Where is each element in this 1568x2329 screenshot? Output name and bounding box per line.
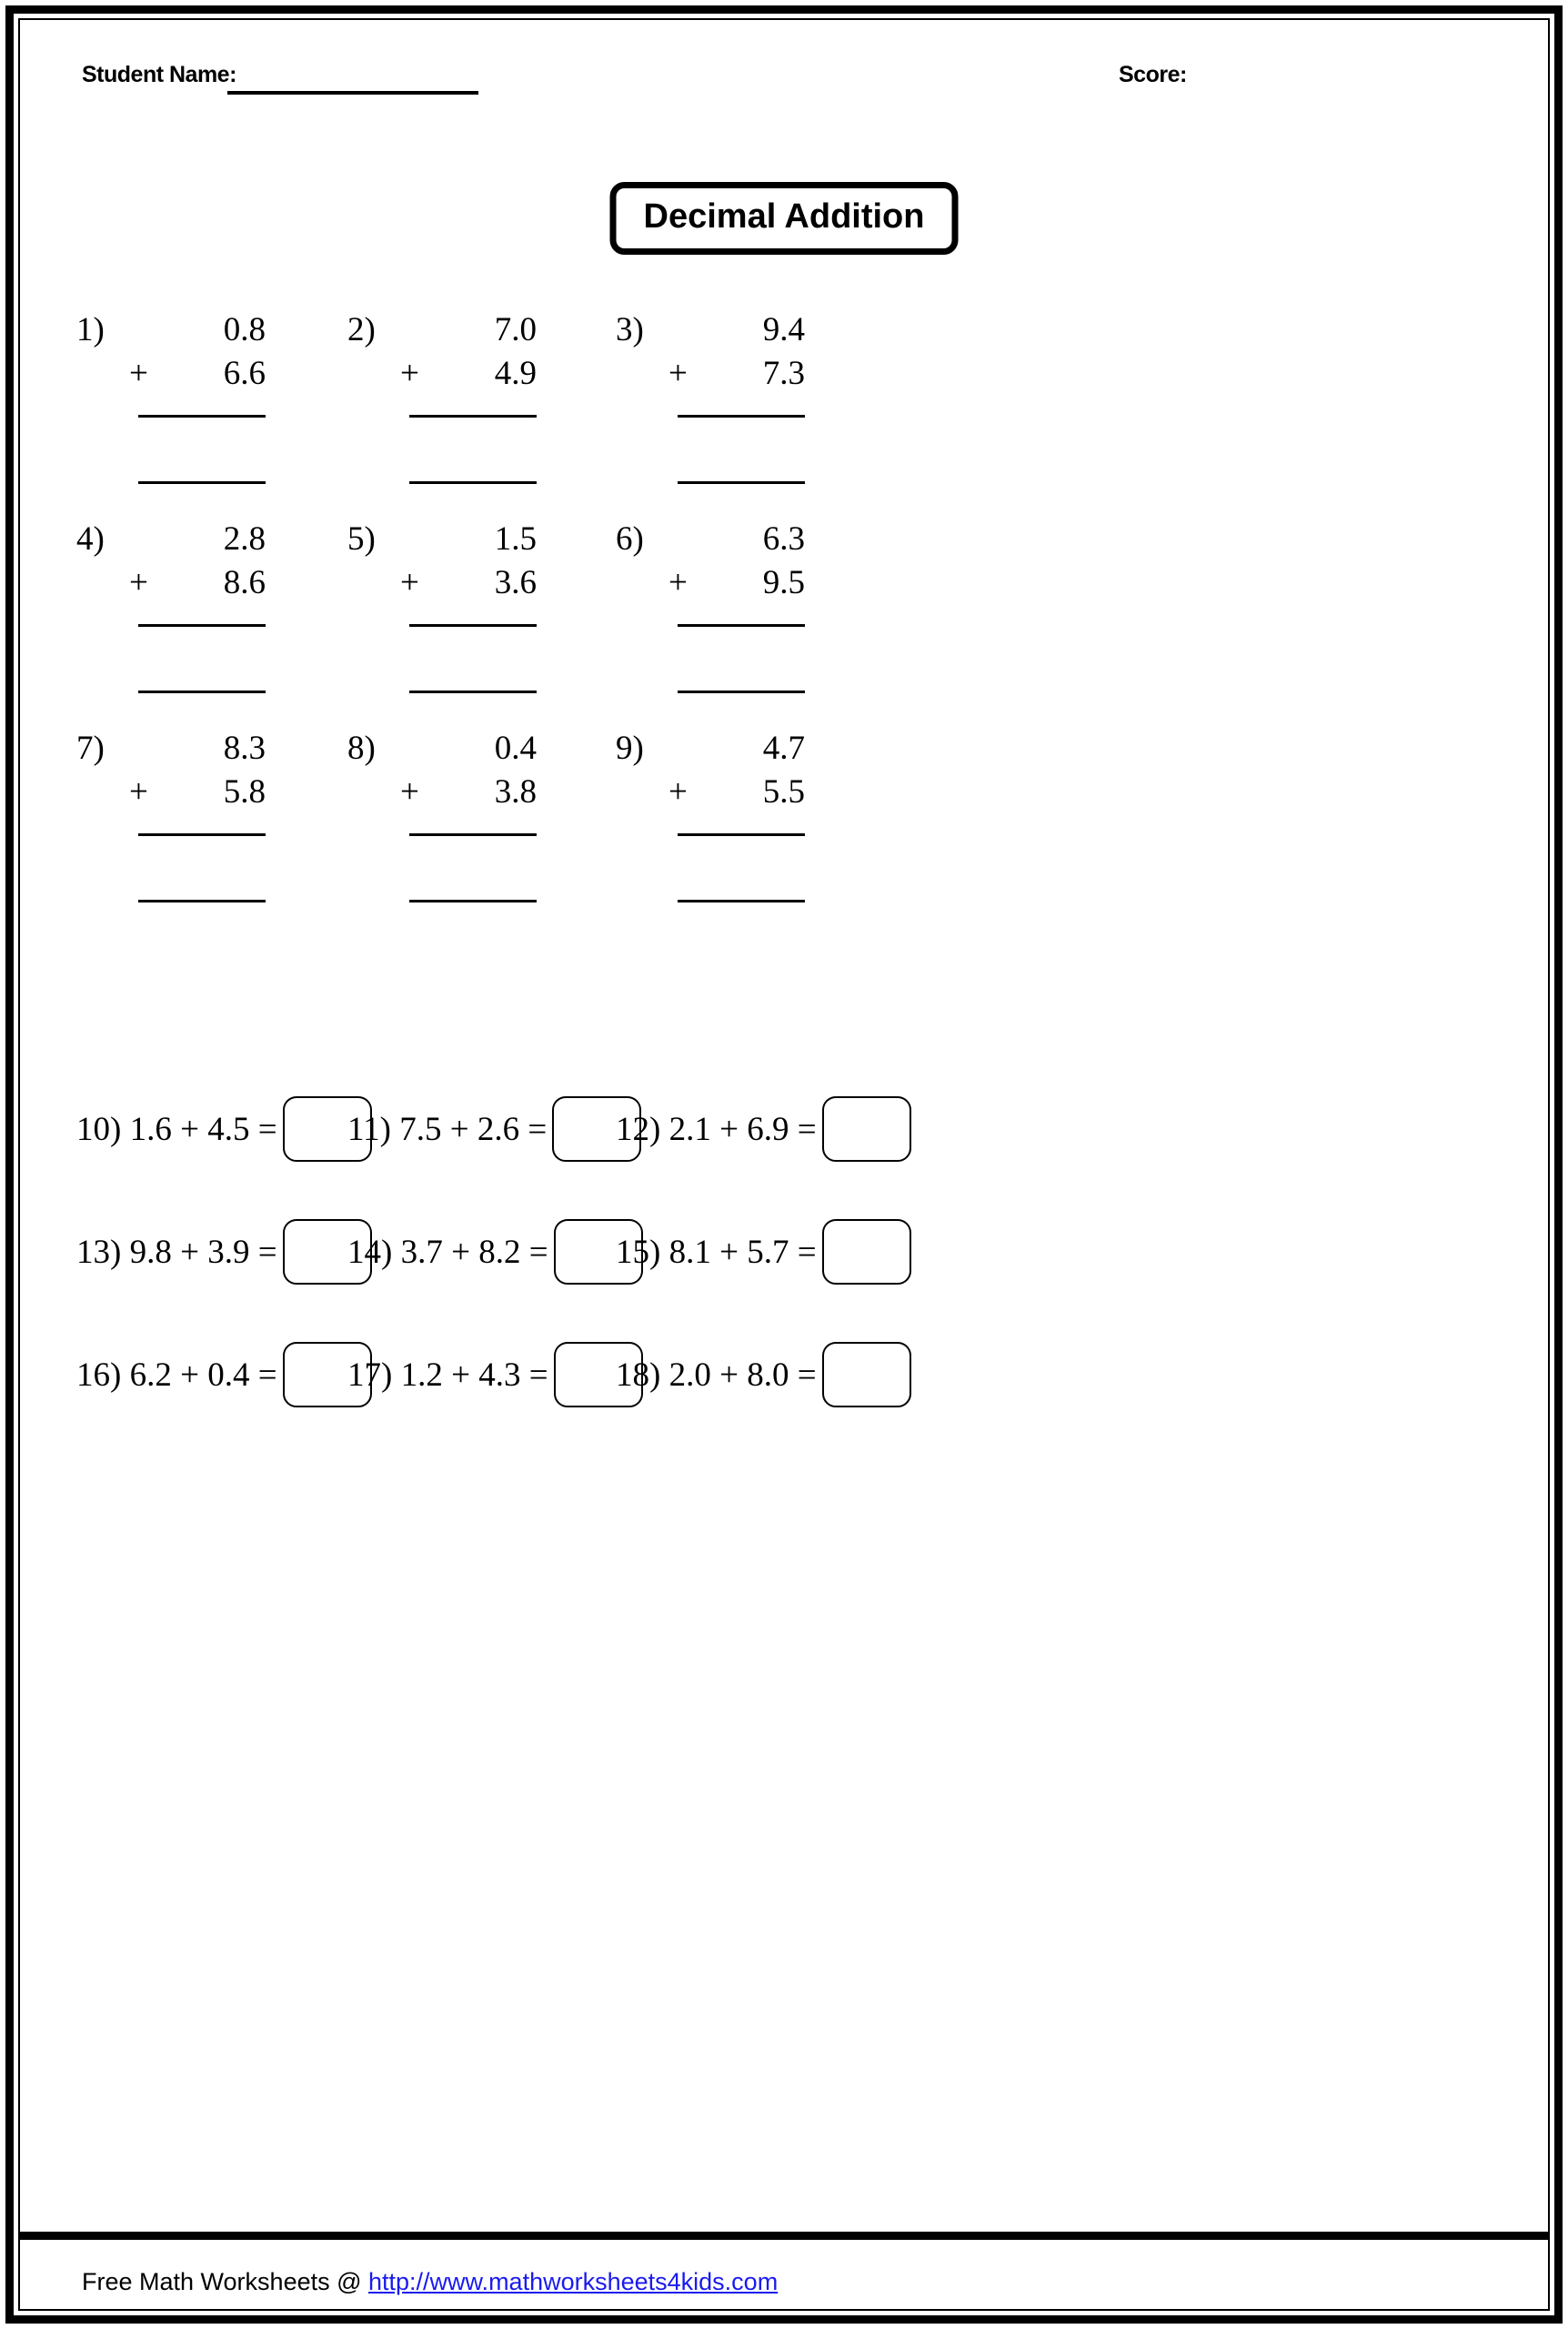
second-addend: 3.6 (494, 564, 537, 601)
horizontal-problem: 11) 7.5 + 2.6 = (347, 1083, 642, 1175)
horizontal-problem: 18) 2.0 + 8.0 = (616, 1328, 911, 1421)
horizontal-problem: 14) 3.7 + 8.2 = (347, 1205, 643, 1298)
problem-number: 5) (347, 520, 376, 558)
worksheet-header: Student Name: Score: (20, 62, 1548, 116)
worksheet-page: Student Name: Score: Decimal Addition 1)… (0, 0, 1568, 2329)
second-addend: 9.5 (762, 564, 805, 601)
vertical-problem: 8) 0.4 + 3.8 (347, 731, 620, 941)
sum-rule (678, 624, 805, 627)
first-addend: 0.8 (223, 311, 266, 348)
problem-number: 2) (347, 311, 376, 348)
footer-divider (20, 2232, 1548, 2240)
footer: Free Math Worksheets @ http://www.mathwo… (82, 2268, 778, 2296)
vertical-problem-row: 4) 2.8 + 8.6 5) 1.5 + 3.6 6) 6.3 + 9.5 (20, 522, 1548, 731)
horizontal-problem: 15) 8.1 + 5.7 = (616, 1205, 911, 1298)
first-addend: 4.7 (762, 730, 805, 767)
problem-number: 8) (347, 730, 376, 767)
sum-rule (409, 624, 537, 627)
answer-box[interactable] (821, 1342, 911, 1407)
horizontal-problem-row: 16) 6.2 + 0.4 = 17) 1.2 + 4.3 = 18) 2.0 … (20, 1328, 1548, 1451)
sum-rule (409, 833, 537, 836)
problem-expression: 14) 3.7 + 8.2 = (347, 1233, 548, 1271)
horizontal-problem-row: 13) 9.8 + 3.9 = 14) 3.7 + 8.2 = 15) 8.1 … (20, 1205, 1548, 1328)
sum-rule (678, 833, 805, 836)
vertical-problem: 9) 4.7 + 5.5 (616, 731, 889, 941)
second-addend: 5.8 (223, 773, 266, 811)
answer-rule[interactable] (409, 900, 537, 902)
problem-number: 7) (76, 730, 105, 767)
student-name-label: Student Name: (82, 62, 236, 87)
vertical-problem: 3) 9.4 + 7.3 (616, 313, 889, 522)
vertical-problem: 7) 8.3 + 5.8 (76, 731, 349, 941)
horizontal-problem-row: 10) 1.6 + 4.5 = 11) 7.5 + 2.6 = 12) 2.1 … (20, 1083, 1548, 1205)
answer-rule[interactable] (678, 691, 805, 693)
vertical-problem-row: 1) 0.8 + 6.6 2) 7.0 + 4.9 3) 9.4 + 7.3 (20, 313, 1548, 522)
problem-expression: 10) 1.6 + 4.5 = (76, 1110, 277, 1148)
first-addend: 6.3 (762, 520, 805, 558)
problem-expression: 15) 8.1 + 5.7 = (616, 1233, 817, 1271)
problem-number: 3) (616, 311, 644, 348)
answer-rule[interactable] (138, 900, 266, 902)
first-addend: 2.8 (223, 520, 266, 558)
second-addend: 5.5 (762, 773, 805, 811)
sum-rule (678, 415, 805, 418)
first-addend: 9.4 (762, 311, 805, 348)
answer-rule[interactable] (138, 481, 266, 484)
horizontal-problem: 17) 1.2 + 4.3 = (347, 1328, 643, 1421)
problem-expression: 11) 7.5 + 2.6 = (347, 1110, 548, 1148)
vertical-problem: 1) 0.8 + 6.6 (76, 313, 349, 522)
score-label: Score: (1119, 62, 1187, 87)
horizontal-problem: 12) 2.1 + 6.9 = (616, 1083, 911, 1175)
sum-rule (138, 833, 266, 836)
second-addend: 3.8 (494, 773, 537, 811)
vertical-problem: 4) 2.8 + 8.6 (76, 522, 349, 731)
first-addend: 7.0 (494, 311, 537, 348)
sum-rule (138, 415, 266, 418)
sum-rule (138, 624, 266, 627)
problem-expression: 12) 2.1 + 6.9 = (616, 1110, 817, 1148)
second-addend: 7.3 (762, 355, 805, 392)
vertical-problem: 5) 1.5 + 3.6 (347, 522, 620, 731)
answer-rule[interactable] (409, 691, 537, 693)
worksheet-content: Student Name: Score: Decimal Addition 1)… (20, 20, 1548, 2309)
answer-box[interactable] (821, 1096, 911, 1162)
problem-number: 4) (76, 520, 105, 558)
answer-rule[interactable] (678, 900, 805, 902)
problem-expression: 13) 9.8 + 3.9 = (76, 1233, 277, 1271)
problem-expression: 17) 1.2 + 4.3 = (347, 1356, 548, 1394)
second-addend: 8.6 (223, 564, 266, 601)
footer-text: Free Math Worksheets @ (82, 2268, 369, 2295)
student-name-input-rule[interactable] (227, 91, 478, 95)
second-addend: 4.9 (494, 355, 537, 392)
problem-expression: 18) 2.0 + 8.0 = (616, 1356, 817, 1394)
first-addend: 1.5 (494, 520, 537, 558)
horizontal-problem: 10) 1.6 + 4.5 = (76, 1083, 372, 1175)
problem-expression: 16) 6.2 + 0.4 = (76, 1356, 277, 1394)
sum-rule (409, 415, 537, 418)
answer-rule[interactable] (409, 481, 537, 484)
footer-link[interactable]: http://www.mathworksheets4kids.com (368, 2268, 778, 2295)
vertical-problem: 6) 6.3 + 9.5 (616, 522, 889, 731)
problem-number: 6) (616, 520, 644, 558)
horizontal-problem: 13) 9.8 + 3.9 = (76, 1205, 372, 1298)
second-addend: 6.6 (223, 355, 266, 392)
first-addend: 8.3 (223, 730, 266, 767)
problem-number: 9) (616, 730, 644, 767)
horizontal-problems-section: 10) 1.6 + 4.5 = 11) 7.5 + 2.6 = 12) 2.1 … (20, 1083, 1548, 1451)
vertical-problem-row: 7) 8.3 + 5.8 8) 0.4 + 3.8 9) 4.7 + 5.5 (20, 731, 1548, 941)
vertical-problems-section: 1) 0.8 + 6.6 2) 7.0 + 4.9 3) 9.4 + 7.3 4… (20, 313, 1548, 941)
answer-rule[interactable] (678, 481, 805, 484)
horizontal-problem: 16) 6.2 + 0.4 = (76, 1328, 372, 1421)
first-addend: 0.4 (494, 730, 537, 767)
answer-rule[interactable] (138, 691, 266, 693)
answer-box[interactable] (821, 1219, 911, 1285)
vertical-problem: 2) 7.0 + 4.9 (347, 313, 620, 522)
problem-number: 1) (76, 311, 105, 348)
page-title: Decimal Addition (609, 182, 959, 255)
